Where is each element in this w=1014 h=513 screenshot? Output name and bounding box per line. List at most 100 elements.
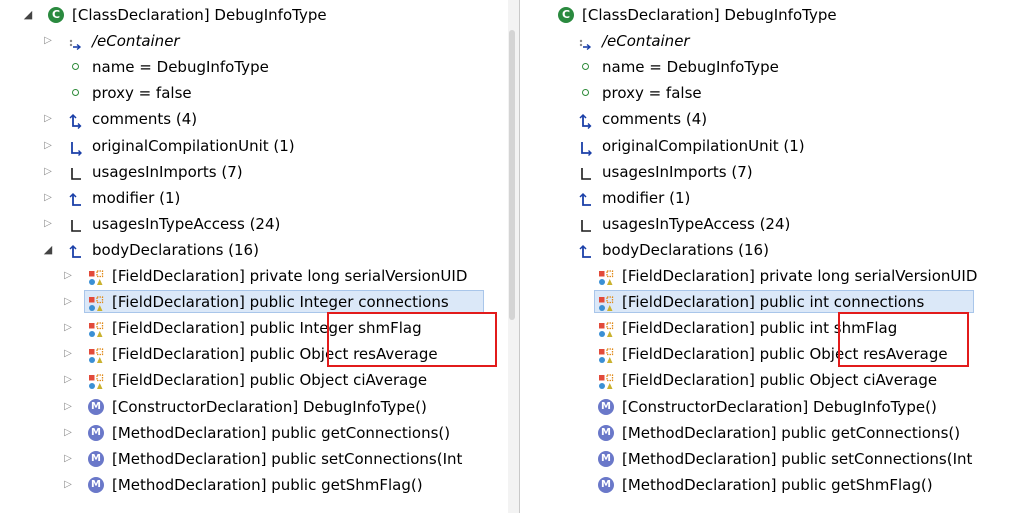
tree-node-label: usagesInImports (7) — [602, 162, 753, 181]
expand-arrow-icon[interactable]: ▷ — [62, 289, 74, 315]
tree-node-label: [ClassDeclaration] DebugInfoType — [582, 6, 837, 24]
highlight-box-left — [327, 312, 497, 367]
left-scrollbar-thumb[interactable] — [509, 30, 515, 320]
tree-node[interactable]: originalCompilationUnit (1) — [520, 133, 1014, 159]
reference-arrow-icon — [578, 138, 594, 156]
tree-node[interactable]: ▷ usagesInTypeAccess (24) — [0, 211, 508, 237]
field-declaration-icon — [598, 372, 614, 390]
expand-arrow-icon[interactable]: ▷ — [42, 133, 54, 159]
tree-node-label: /eContainer — [602, 32, 690, 51]
tree-node-label: name = DebugInfoType — [92, 58, 269, 77]
tree-node[interactable]: ◢ bodyDeclarations (16) — [0, 237, 508, 263]
field-declaration-icon — [598, 320, 614, 338]
tree-node[interactable]: modifier (1) — [520, 185, 1014, 211]
tree-node[interactable]: name = DebugInfoType — [0, 54, 508, 80]
tree-node[interactable]: ▷ M [MethodDeclaration] public getShmFlag(… — [0, 472, 508, 498]
collapse-arrow-icon[interactable]: ◢ — [42, 237, 54, 263]
tree-node-label: usagesInImports (7) — [92, 162, 243, 181]
tree-node[interactable]: ▷ [FieldDeclaration] public Object ciAver… — [0, 367, 508, 393]
tree-node[interactable]: ▷ /eContainer — [0, 28, 508, 54]
expand-arrow-icon[interactable]: ▷ — [62, 315, 74, 341]
method-icon: M — [88, 450, 104, 467]
tree-node-label: modifier (1) — [92, 188, 181, 207]
expand-arrow-icon[interactable]: ▷ — [62, 394, 74, 420]
reference-arrow-icon — [68, 138, 84, 156]
attribute-icon — [68, 85, 84, 101]
tree-node-label: comments (4) — [92, 110, 198, 129]
tree-node[interactable]: ◢ C [ClassDeclaration] DebugInfoType — [0, 2, 508, 28]
tree-node[interactable]: usagesInTypeAccess (24) — [520, 211, 1014, 237]
attribute-icon — [578, 85, 594, 101]
tree-node-label: [FieldDeclaration] private long serialVe… — [112, 267, 468, 285]
tree-node[interactable]: name = DebugInfoType — [520, 54, 1014, 80]
expand-arrow-icon[interactable]: ▷ — [42, 185, 54, 211]
tree-node[interactable]: ▷ comments (4) — [0, 106, 508, 132]
containment-reference-icon — [578, 190, 594, 206]
tree-node-label: originalCompilationUnit (1) — [602, 136, 805, 155]
method-icon: M — [598, 424, 614, 441]
class-icon: C — [48, 7, 64, 23]
tree-node[interactable]: M [MethodDeclaration] public getConnectio… — [520, 420, 1014, 446]
tree-node[interactable]: ▷ M [MethodDeclaration] public getConnecti… — [0, 420, 508, 446]
tree-node[interactable]: M [ConstructorDeclaration] DebugInfoType(… — [520, 394, 1014, 420]
tree-node-label: originalCompilationUnit (1) — [92, 136, 295, 155]
container-reference-icon — [68, 33, 84, 51]
tree-node[interactable]: ▷ [FieldDeclaration] private long serialV… — [0, 263, 508, 289]
tree-node[interactable]: M [MethodDeclaration] public getShmFlag() — [520, 472, 1014, 498]
tree-node-label: /eContainer — [92, 32, 180, 51]
class-icon: C — [558, 7, 574, 23]
expand-arrow-icon[interactable]: ▷ — [42, 211, 54, 237]
attribute-icon — [578, 59, 594, 75]
field-declaration-icon — [598, 268, 614, 285]
field-declaration-icon — [598, 294, 614, 312]
method-icon: M — [88, 398, 104, 415]
tree-node[interactable]: usagesInImports (7) — [520, 159, 1014, 185]
tree-node[interactable]: ▷ M [MethodDeclaration] public setConnecti… — [0, 446, 508, 472]
collapse-arrow-icon[interactable]: ◢ — [22, 2, 34, 28]
tree-node[interactable]: proxy = false — [0, 80, 508, 106]
tree-node-label: [ConstructorDeclaration] DebugInfoType() — [622, 397, 937, 416]
tree-node[interactable]: [FieldDeclaration] private long serialVe… — [520, 263, 1014, 289]
right-tree-panel[interactable]: C [ClassDeclaration] DebugInfoType/eConta… — [519, 0, 1014, 513]
tree-node-label: [FieldDeclaration] private long serialVe… — [622, 267, 978, 285]
tree-node[interactable]: ▷ originalCompilationUnit (1) — [0, 133, 508, 159]
tree-node[interactable]: [FieldDeclaration] public Object ciAvera… — [520, 367, 1014, 393]
tree-node[interactable]: C [ClassDeclaration] DebugInfoType — [520, 2, 1014, 28]
expand-arrow-icon[interactable]: ▷ — [62, 263, 74, 289]
tree-node-label: name = DebugInfoType — [602, 58, 779, 77]
method-icon: M — [598, 450, 614, 467]
tree-node-label: [MethodDeclaration] public getShmFlag() — [622, 475, 933, 494]
expand-arrow-icon[interactable]: ▷ — [62, 341, 74, 367]
tree-node[interactable]: /eContainer — [520, 28, 1014, 54]
expand-arrow-icon[interactable]: ▷ — [62, 472, 74, 498]
attribute-icon — [68, 59, 84, 75]
field-declaration-icon — [88, 268, 104, 285]
tree-node-label: [ConstructorDeclaration] DebugInfoType() — [112, 397, 427, 416]
field-declaration-icon — [598, 346, 614, 364]
expand-arrow-icon[interactable]: ▷ — [62, 446, 74, 472]
tree-node[interactable]: bodyDeclarations (16) — [520, 237, 1014, 263]
tree-node[interactable]: ▷ M [ConstructorDeclaration] DebugInfoType… — [0, 394, 508, 420]
tree-node[interactable]: comments (4) — [520, 106, 1014, 132]
tree-node-label: usagesInTypeAccess (24) — [92, 214, 281, 233]
method-icon: M — [598, 398, 614, 415]
reference-icon — [578, 164, 594, 180]
expand-arrow-icon[interactable]: ▷ — [62, 367, 74, 393]
left-tree-panel[interactable]: ◢ C [ClassDeclaration] DebugInfoType ▷ /eCon… — [0, 0, 508, 513]
method-icon: M — [88, 476, 104, 493]
highlight-box-right — [838, 312, 969, 367]
tree-node[interactable]: ▷ usagesInImports (7) — [0, 159, 508, 185]
tree-node-label: [MethodDeclaration] public getConnection… — [112, 423, 451, 442]
tree-node[interactable]: ▷ modifier (1) — [0, 185, 508, 211]
tree-node[interactable]: M [MethodDeclaration] public setConnectio… — [520, 446, 1014, 472]
tree-node-label: proxy = false — [602, 84, 702, 103]
tree-node[interactable]: proxy = false — [520, 80, 1014, 106]
expand-arrow-icon[interactable]: ▷ — [42, 106, 54, 132]
tree-node-label: usagesInTypeAccess (24) — [602, 214, 791, 233]
tree-node-label: modifier (1) — [602, 188, 691, 207]
expand-arrow-icon[interactable]: ▷ — [42, 159, 54, 185]
expand-arrow-icon[interactable]: ▷ — [42, 28, 54, 54]
containment-reference-icon — [578, 242, 594, 258]
expand-arrow-icon[interactable]: ▷ — [62, 420, 74, 446]
tree-node-label: [ClassDeclaration] DebugInfoType — [72, 6, 327, 24]
